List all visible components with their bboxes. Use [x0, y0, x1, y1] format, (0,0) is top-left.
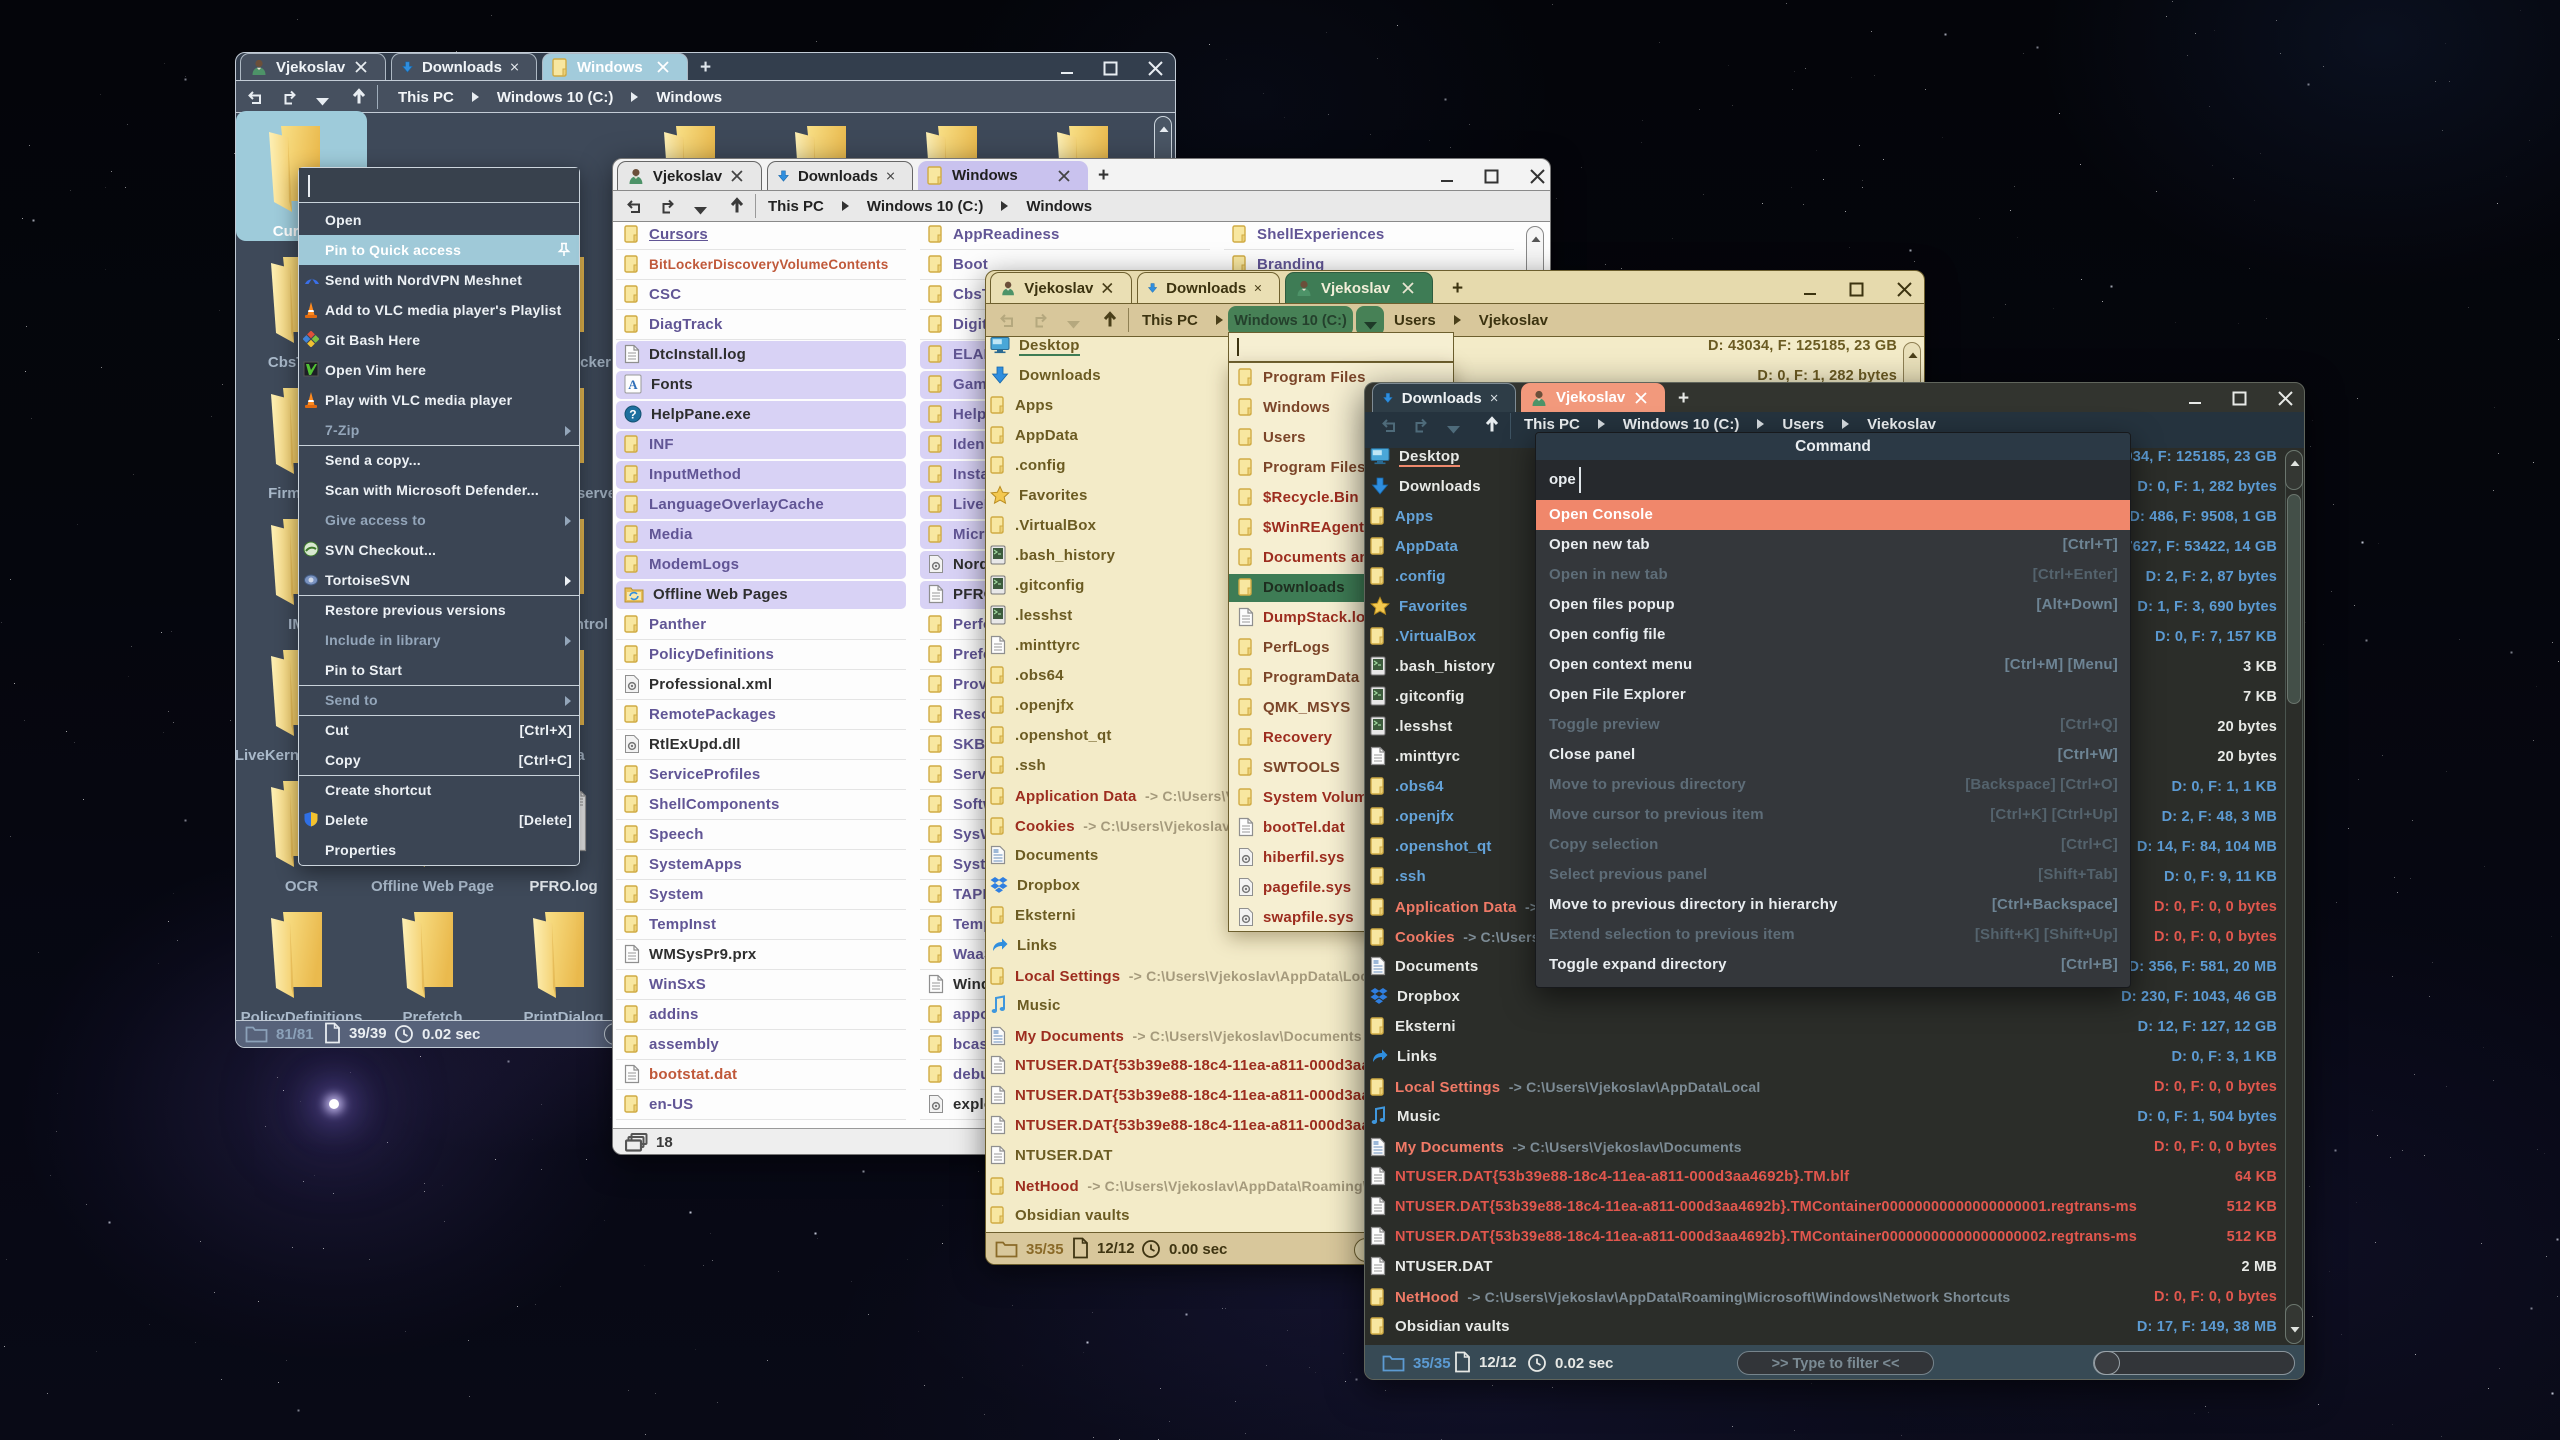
svg-text:A: A	[628, 377, 638, 392]
svg-text:?: ?	[629, 407, 637, 421]
